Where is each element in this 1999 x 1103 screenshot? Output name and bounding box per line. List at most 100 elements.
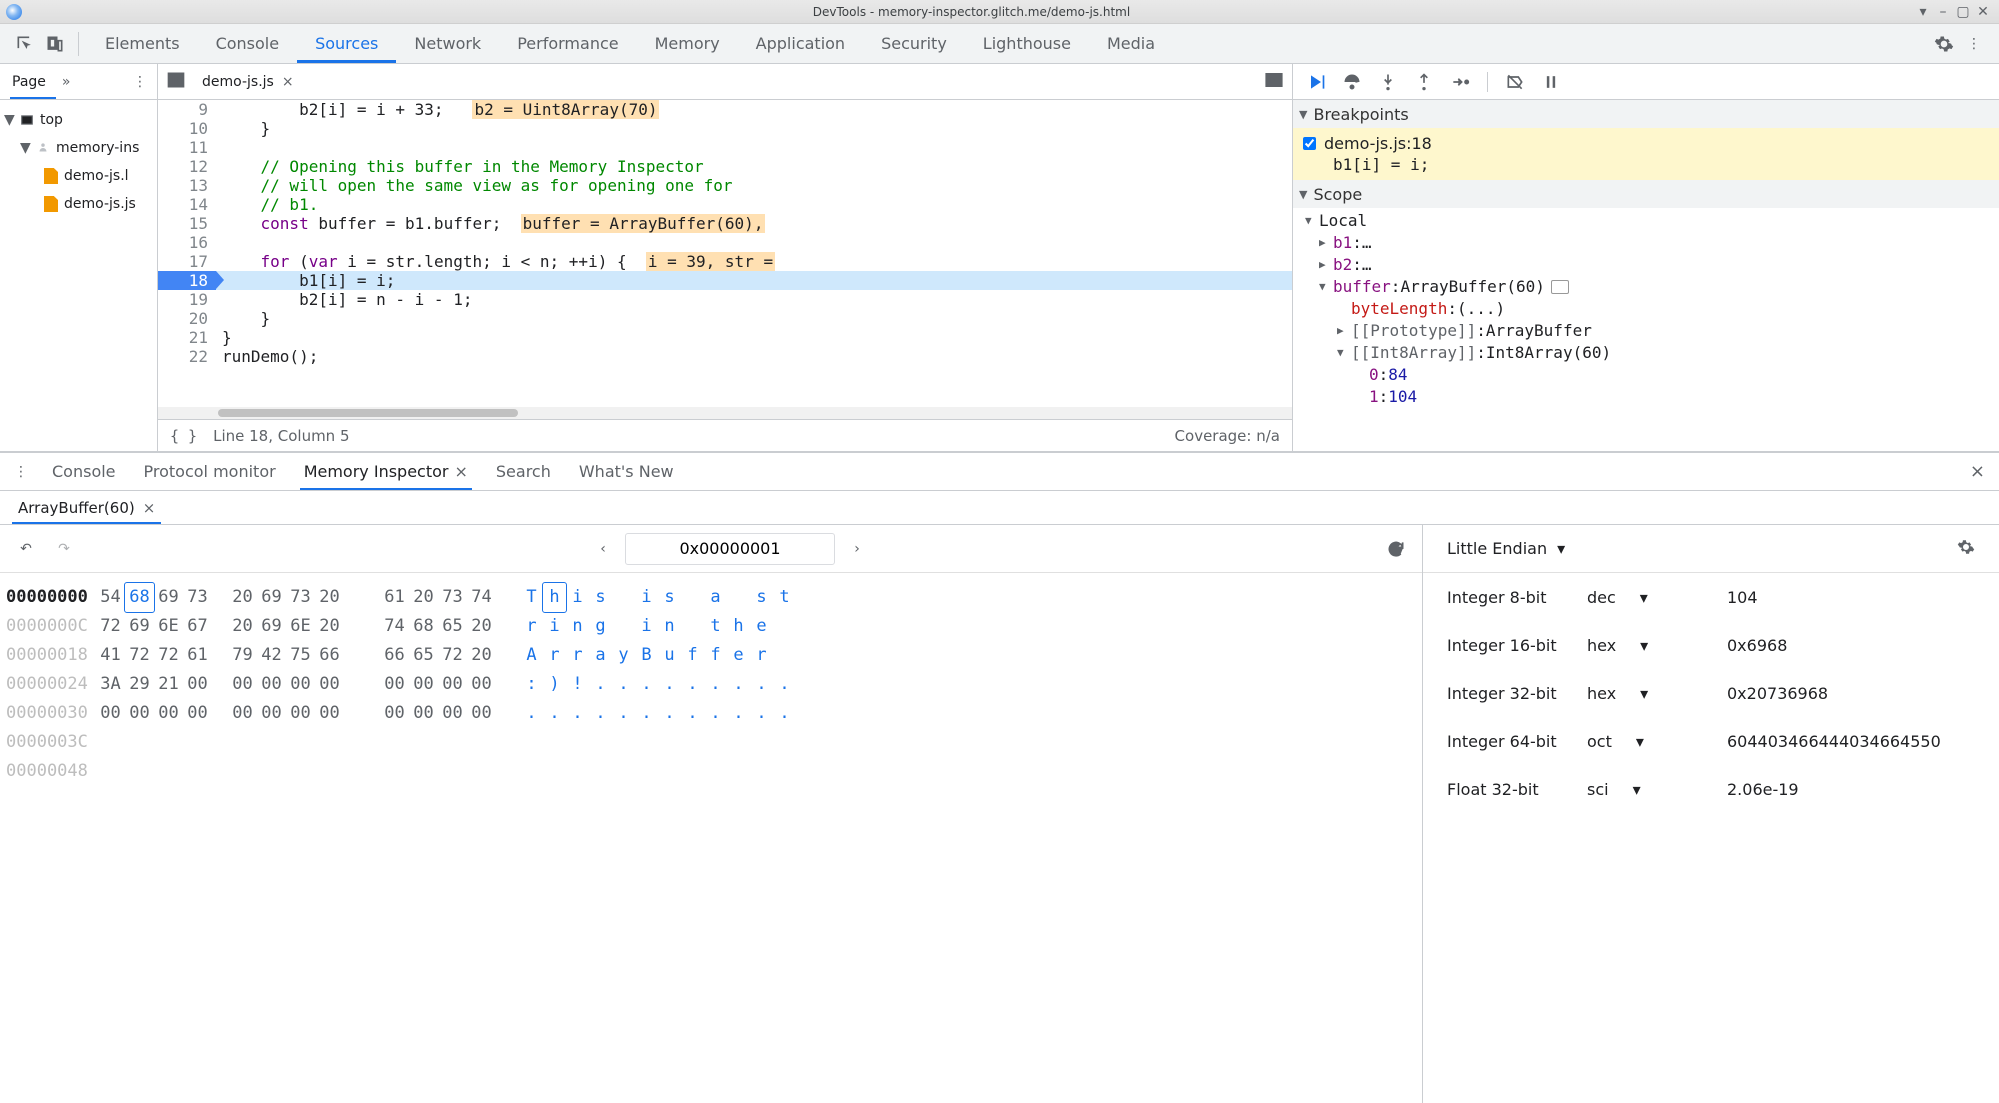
drawer-tab-protocol-monitor[interactable]: Protocol monitor <box>130 453 290 490</box>
devtools-tab-performance[interactable]: Performance <box>499 24 636 63</box>
code-line[interactable]: 12 // Opening this buffer in the Memory … <box>158 157 1292 176</box>
breakpoint-checkbox[interactable] <box>1303 137 1316 150</box>
hex-byte[interactable]: 42 <box>257 641 286 670</box>
run-snippet-icon[interactable] <box>1264 72 1284 92</box>
ascii-char[interactable]: r <box>750 641 773 670</box>
ascii-char[interactable]: . <box>704 699 727 728</box>
ascii-char[interactable]: f <box>704 641 727 670</box>
ascii-char[interactable]: . <box>589 670 612 699</box>
prev-page-icon[interactable]: ‹ <box>589 535 617 563</box>
ascii-char[interactable] <box>681 612 704 641</box>
hex-byte[interactable]: 00 <box>315 699 344 728</box>
hex-byte[interactable]: 00 <box>380 670 409 699</box>
inspect-element-icon[interactable] <box>10 29 40 59</box>
hex-byte[interactable]: 41 <box>96 641 125 670</box>
memory-hex-view[interactable]: 00000000546869732069732061207374This is … <box>0 573 1422 796</box>
hex-byte[interactable]: 72 <box>96 612 125 641</box>
settings-gear-icon[interactable] <box>1929 29 1959 59</box>
code-line[interactable]: 18 b1[i] = i; <box>158 271 1292 290</box>
hex-byte[interactable]: 00 <box>96 699 125 728</box>
memory-row[interactable]: 0000003C <box>6 728 1422 757</box>
refresh-icon[interactable] <box>1382 535 1410 563</box>
ascii-char[interactable]: . <box>750 670 773 699</box>
deactivate-breakpoints-button[interactable] <box>1502 69 1528 95</box>
hex-byte[interactable]: 20 <box>228 583 257 612</box>
hex-byte[interactable]: 72 <box>154 641 183 670</box>
drawer-tab-search[interactable]: Search <box>482 453 565 490</box>
ascii-char[interactable] <box>681 583 704 612</box>
endianness-select[interactable]: Little Endian ▾ <box>1447 539 1565 558</box>
ascii-char[interactable] <box>612 612 635 641</box>
ascii-char[interactable]: e <box>750 612 773 641</box>
ascii-char[interactable]: i <box>566 583 589 612</box>
hex-byte[interactable]: 00 <box>286 699 315 728</box>
hex-byte[interactable]: 69 <box>257 583 286 612</box>
devtools-tab-sources[interactable]: Sources <box>297 24 396 63</box>
scope-var-b2[interactable]: ▶b2: … <box>1297 254 1999 276</box>
hex-byte[interactable]: 67 <box>183 612 212 641</box>
scope-local[interactable]: ▼Local <box>1297 210 1999 232</box>
hex-byte[interactable]: 00 <box>409 670 438 699</box>
tree-file-js[interactable]: demo-js.js <box>0 190 157 218</box>
ascii-char[interactable]: ! <box>566 670 589 699</box>
value-format-select[interactable]: dec▾ <box>1587 588 1677 607</box>
hex-byte[interactable]: 66 <box>380 641 409 670</box>
tree-node-top[interactable]: ▼ top <box>0 106 157 134</box>
reveal-in-memory-icon[interactable] <box>1551 280 1569 294</box>
ascii-char[interactable]: y <box>612 641 635 670</box>
ascii-char[interactable]: . <box>727 699 750 728</box>
hex-byte[interactable]: 29 <box>125 670 154 699</box>
hex-byte[interactable]: 68 <box>409 612 438 641</box>
ascii-char[interactable]: T <box>520 583 543 612</box>
navigator-menu-icon[interactable]: ⋮ <box>133 74 147 90</box>
code-line[interactable]: 10 } <box>158 119 1292 138</box>
scope-section-header[interactable]: ▼ Scope <box>1293 180 1999 208</box>
hex-byte[interactable]: 20 <box>467 641 496 670</box>
hex-byte[interactable]: 00 <box>228 699 257 728</box>
ascii-char[interactable]: : <box>520 670 543 699</box>
next-page-icon[interactable]: › <box>843 535 871 563</box>
hex-byte[interactable]: 00 <box>257 670 286 699</box>
ascii-char[interactable]: i <box>543 612 566 641</box>
ascii-char[interactable]: . <box>543 699 566 728</box>
step-out-button[interactable] <box>1411 69 1437 95</box>
ascii-char[interactable]: A <box>520 641 543 670</box>
window-maximize-button[interactable]: ▢ <box>1953 2 1973 22</box>
breakpoint-item[interactable]: demo-js.js:18 b1[i] = i; <box>1293 128 1999 180</box>
devtools-tab-media[interactable]: Media <box>1089 24 1173 63</box>
ascii-char[interactable]: a <box>589 641 612 670</box>
hex-byte[interactable]: 20 <box>228 612 257 641</box>
hex-byte[interactable]: 00 <box>467 699 496 728</box>
ascii-char[interactable]: t <box>773 583 796 612</box>
hex-byte[interactable]: 00 <box>438 670 467 699</box>
devtools-tab-security[interactable]: Security <box>863 24 965 63</box>
window-menu-button[interactable]: ▾ <box>1913 2 1933 22</box>
ascii-char[interactable]: . <box>566 699 589 728</box>
window-minimize-button[interactable]: – <box>1933 2 1953 22</box>
hex-byte[interactable]: 69 <box>257 612 286 641</box>
hex-byte[interactable]: 73 <box>438 583 467 612</box>
value-format-select[interactable]: sci▾ <box>1587 780 1677 799</box>
ascii-char[interactable]: u <box>658 641 681 670</box>
code-line[interactable]: 21} <box>158 328 1292 347</box>
scope-prop-prototype[interactable]: ▶[[Prototype]]: ArrayBuffer <box>1297 320 1999 342</box>
code-line[interactable]: 11 <box>158 138 1292 157</box>
value-format-select[interactable]: hex▾ <box>1587 684 1677 703</box>
tree-file-html[interactable]: demo-js.l <box>0 162 157 190</box>
code-line[interactable]: 14 // b1. <box>158 195 1292 214</box>
ascii-char[interactable]: . <box>704 670 727 699</box>
ascii-char[interactable]: . <box>635 670 658 699</box>
ascii-char[interactable]: a <box>704 583 727 612</box>
ascii-char[interactable]: r <box>520 612 543 641</box>
ascii-char[interactable]: . <box>658 699 681 728</box>
hex-byte[interactable]: 00 <box>154 699 183 728</box>
hex-byte[interactable]: 74 <box>380 612 409 641</box>
hex-byte[interactable]: 6E <box>154 612 183 641</box>
resume-button[interactable] <box>1303 69 1329 95</box>
hex-byte[interactable]: 61 <box>183 641 212 670</box>
code-line[interactable]: 20 } <box>158 309 1292 328</box>
hex-byte[interactable]: 00 <box>228 670 257 699</box>
editor-tab[interactable]: demo-js.js × <box>194 70 302 94</box>
code-line[interactable]: 22runDemo(); <box>158 347 1292 366</box>
memory-row[interactable]: 00000048 <box>6 757 1422 786</box>
